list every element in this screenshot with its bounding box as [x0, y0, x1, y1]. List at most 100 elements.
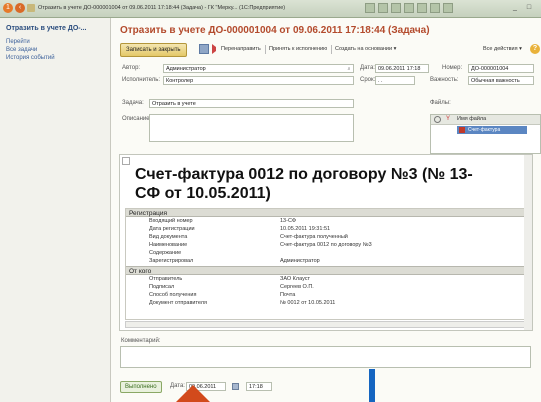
files-header: Y Имя файла — [431, 115, 540, 125]
table-row: Содержание — [125, 249, 525, 257]
files-table: Y Имя файла Счет-фактура — [430, 114, 541, 154]
row-key: Содержание — [149, 250, 182, 256]
save-icon[interactable] — [365, 3, 375, 13]
redirect-icon — [212, 44, 220, 54]
titlebar-tools — [365, 3, 456, 14]
back-icon[interactable]: ‹ — [15, 3, 25, 13]
table-row: Вид документа Счет-фактура полученный — [125, 233, 525, 241]
importance-label: Важность: — [430, 77, 459, 83]
table-row: Отправитель ЗАО Клауст — [125, 275, 525, 283]
search-icon[interactable]: ⌕ — [345, 65, 353, 72]
number-label: Номер: — [442, 65, 463, 71]
calendar-icon[interactable] — [232, 383, 239, 390]
row-value: 13-СФ — [280, 218, 297, 224]
task-field[interactable]: Отразить в учете — [149, 99, 354, 108]
row-value: Сергеев О.П. — [280, 284, 314, 290]
table-row: Наименование Счет-фактура 0012 по договор… — [125, 241, 525, 249]
accept-button[interactable]: Принять к исполнению — [269, 46, 327, 52]
author-field[interactable]: Администратор ⌕ — [163, 64, 354, 73]
section-from: От кого — [125, 266, 525, 275]
row-key: Отправитель — [149, 276, 183, 282]
filter-icon[interactable]: Y — [446, 115, 450, 124]
row-value: 10.05.2011 19:31:51 — [280, 226, 331, 232]
document-corner-icon — [122, 157, 130, 165]
row-key: Документ отправителя — [149, 300, 207, 306]
table-row: Зарегистрировал Администратор — [125, 257, 525, 265]
vertical-scrollbar[interactable] — [524, 155, 532, 330]
nav-item-history[interactable]: История событий — [6, 55, 55, 61]
toolbar-divider — [331, 45, 332, 54]
row-value: Администратор — [280, 258, 320, 264]
file-name: Счет-фактура — [468, 127, 501, 133]
nav-item-goto[interactable]: Перейти — [6, 39, 30, 45]
preview-icon[interactable] — [391, 3, 401, 13]
app-menu-icon[interactable]: 1 — [3, 3, 13, 13]
window-titlebar: 1 ‹ Отразить в учете ДО-000001004 от 09.… — [0, 0, 541, 18]
description-label: Описание: — [122, 116, 152, 122]
row-key: Дата регистрации — [149, 226, 195, 232]
task-label: Задача: — [122, 100, 144, 106]
section-registration: Регистрация — [125, 208, 525, 217]
table-row: Входящий номер 13-СФ — [125, 217, 525, 225]
file-row[interactable]: Счет-фактура — [457, 126, 527, 134]
help-icon[interactable]: ? — [530, 44, 540, 54]
row-key: Способ получения — [149, 292, 197, 298]
table-row: Дата регистрации 10.05.2011 19:31:51 — [125, 225, 525, 233]
comment-label: Комментарий: — [121, 338, 161, 344]
row-key: Входящий номер — [149, 218, 193, 224]
nav-item-all-tasks[interactable]: Все задачи — [6, 47, 37, 53]
row-value: № 0012 от 10.05.2011 — [280, 300, 336, 306]
author-value: Администратор — [166, 66, 206, 72]
create-based-button[interactable]: Создать на основании ▾ — [335, 46, 396, 52]
status-time-field[interactable]: 17:18 — [246, 382, 272, 391]
file-name-column[interactable]: Имя файла — [457, 115, 486, 124]
all-actions-button[interactable]: Все действия ▾ — [483, 46, 522, 52]
window-title: Отразить в учете ДО-000001004 от 09.06.2… — [38, 5, 286, 11]
file-icon — [459, 127, 465, 133]
star-icon[interactable] — [404, 3, 414, 13]
date-field[interactable]: 09.06.2011 17:18 — [375, 64, 429, 73]
red-arrow-marker — [176, 385, 210, 402]
document-preview[interactable]: Счет-фактура 0012 по договору №3 (№ 13-С… — [119, 154, 533, 331]
print-icon[interactable] — [378, 3, 388, 13]
table-row: Подписал Сергеев О.П. — [125, 283, 525, 291]
blue-bar-marker — [369, 369, 375, 402]
page-title: Отразить в учете ДО-000001004 от 09.06.2… — [120, 25, 430, 36]
deadline-field[interactable]: . . — [375, 76, 415, 85]
home-icon[interactable] — [27, 4, 35, 12]
executor-label: Исполнитель: — [122, 77, 161, 83]
document-title: Счет-фактура 0012 по договору №3 (№ 13-С… — [135, 166, 473, 202]
redirect-button[interactable]: Перенаправить — [221, 46, 261, 52]
row-value: Счет-фактура 0012 по договору №3 — [280, 242, 372, 248]
row-value: Почта — [280, 292, 296, 298]
command-bar: Записать и закрыть Перенаправить Принять… — [111, 42, 541, 57]
comment-field[interactable] — [120, 346, 531, 368]
row-key: Наименование — [149, 242, 188, 248]
minimize-button[interactable]: _ — [510, 3, 520, 13]
executor-field[interactable]: Контролер — [163, 76, 354, 85]
row-key: Подписал — [149, 284, 175, 290]
row-key: Зарегистрировал — [149, 258, 194, 264]
importance-field[interactable]: Обычная важность — [468, 76, 534, 85]
save-and-close-button[interactable]: Записать и закрыть — [120, 43, 187, 57]
settings-icon[interactable] — [434, 116, 441, 123]
row-key: Вид документа — [149, 234, 188, 240]
maximize-button[interactable]: □ — [524, 3, 534, 13]
files-label: Файлы: — [430, 100, 451, 106]
save-icon[interactable] — [199, 44, 209, 54]
table-row: Способ получения Почта — [125, 291, 525, 299]
nav-title: Отразить в учете ДО-... — [6, 25, 87, 32]
table-row: Документ отправителя № 0012 от 10.05.2011 — [125, 299, 525, 307]
date-label: Дата: — [360, 65, 375, 71]
horizontal-scrollbar[interactable] — [125, 321, 525, 328]
calc-icon[interactable] — [417, 3, 427, 13]
author-label: Автор: — [122, 65, 141, 71]
number-field[interactable]: ДО-000001004 — [468, 64, 534, 73]
done-button[interactable]: Выполнено — [120, 381, 162, 393]
row-value: ЗАО Клауст — [280, 276, 311, 282]
description-field[interactable] — [149, 114, 354, 142]
toolbar-divider — [265, 45, 266, 54]
font-icon[interactable] — [443, 3, 453, 13]
row-value: Счет-фактура полученный — [280, 234, 348, 240]
calendar-icon[interactable] — [430, 3, 440, 13]
